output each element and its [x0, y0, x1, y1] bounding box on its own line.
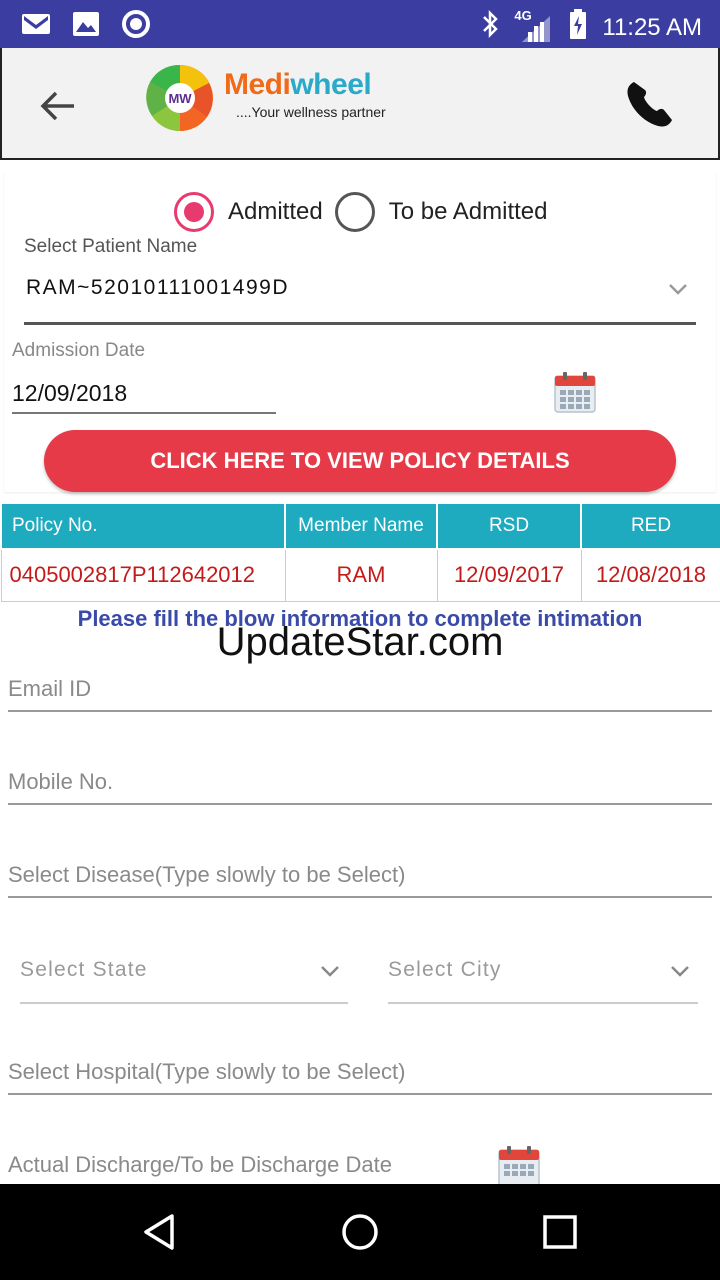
nav-recents-icon[interactable] [540, 1212, 580, 1252]
patient-name-select[interactable]: RAM~52010111001499D [26, 276, 289, 300]
city-placeholder: Select City [388, 958, 502, 981]
disease-placeholder: Select Disease(Type slowly to be Select) [8, 862, 406, 887]
hospital-underline [8, 1093, 712, 1095]
gallery-icon [70, 8, 102, 40]
state-placeholder: Select State [20, 958, 148, 981]
email-field[interactable]: Email ID [8, 676, 712, 712]
back-button[interactable] [32, 84, 84, 128]
nav-back-icon[interactable] [140, 1212, 180, 1252]
arrow-left-icon [40, 91, 74, 121]
brand-name-part1: Medi [224, 68, 291, 101]
gmail-icon [20, 8, 52, 40]
radio-to-be-admitted[interactable] [334, 192, 375, 232]
brand-name-part2: wheel [290, 68, 372, 101]
nav-home-icon[interactable] [340, 1212, 380, 1252]
disease-field[interactable]: Select Disease(Type slowly to be Select) [8, 862, 712, 898]
city-underline [388, 1002, 698, 1004]
intimation-form: Admitted To be Admitted Select Patient N… [0, 160, 720, 1184]
state-select[interactable]: Select State [20, 958, 348, 1004]
call-button[interactable] [622, 76, 678, 132]
disease-underline [8, 896, 712, 898]
state-underline [20, 1002, 348, 1004]
mobile-placeholder: Mobile No. [8, 769, 114, 794]
hospital-field[interactable]: Select Hospital(Type slowly to be Select… [8, 1059, 712, 1095]
patient-select-underline [24, 322, 696, 325]
admission-panel: Admitted To be Admitted Select Patient N… [4, 172, 716, 492]
chevron-down-icon [321, 966, 339, 977]
radio-admitted-label[interactable]: Admitted [228, 198, 323, 226]
radio-to-be-admitted-label[interactable]: To be Admitted [389, 198, 548, 226]
brand-logo: MW Mediwheel ....Your wellness partner [146, 64, 396, 136]
column-header-member-name: Member Name [284, 502, 438, 550]
table-row[interactable]: 0405002817P112642012 RAM 12/09/2017 12/0… [0, 548, 720, 602]
system-nav-bar [0, 1184, 720, 1280]
admission-type-group: Admitted To be Admitted [174, 192, 559, 232]
brand-tagline: ....Your wellness partner [236, 104, 386, 120]
discharge-date-label: Actual Discharge/To be Discharge Date [8, 1152, 392, 1177]
cell-red: 12/08/2018 [580, 548, 720, 602]
email-underline [8, 710, 712, 712]
chevron-down-icon [671, 966, 689, 977]
cell-policy-no: 0405002817P112642012 [0, 548, 286, 602]
mobile-field[interactable]: Mobile No. [8, 769, 712, 805]
record-icon [120, 8, 152, 40]
watermark: UpdateStar.com [216, 620, 504, 664]
column-header-red: RED [580, 502, 720, 550]
table-header-row: Policy No. Member Name RSD RED [0, 502, 720, 550]
view-policy-details-button[interactable]: CLICK HERE TO VIEW POLICY DETAILS [44, 430, 676, 492]
battery-icon [568, 8, 588, 47]
brand-name: Mediwheel [224, 68, 372, 102]
bluetooth-icon [480, 9, 500, 46]
admission-date-input[interactable]: 12/09/2018 [12, 380, 127, 407]
chevron-down-icon[interactable] [668, 282, 688, 296]
app-header: MW Mediwheel ....Your wellness partner [0, 48, 720, 160]
signal-icon: 4G [514, 8, 554, 44]
hospital-placeholder: Select Hospital(Type slowly to be Select… [8, 1059, 406, 1084]
column-header-policy-no: Policy No. [0, 502, 286, 550]
column-header-rsd: RSD [436, 502, 582, 550]
email-placeholder: Email ID [8, 676, 92, 701]
admission-date-label: Admission Date [12, 340, 146, 361]
discharge-date-field[interactable]: Actual Discharge/To be Discharge Date [8, 1152, 712, 1184]
patient-name-label: Select Patient Name [24, 236, 198, 257]
city-select[interactable]: Select City [388, 958, 698, 1004]
mediwheel-logo-icon: MW [146, 64, 213, 132]
cell-rsd: 12/09/2017 [436, 548, 582, 602]
clock: 11:25 AM [602, 13, 702, 41]
phone-icon [627, 82, 672, 127]
admission-date-underline [12, 412, 276, 414]
calendar-icon[interactable] [553, 370, 597, 414]
calendar-icon[interactable] [497, 1144, 541, 1184]
svg-text:MW: MW [168, 91, 192, 106]
radio-admitted[interactable] [174, 192, 214, 232]
mobile-underline [8, 803, 712, 805]
status-bar: 4G 11:25 AM [0, 0, 720, 48]
cell-member-name: RAM [284, 548, 438, 602]
policy-table: Policy No. Member Name RSD RED 040500281… [0, 502, 720, 602]
